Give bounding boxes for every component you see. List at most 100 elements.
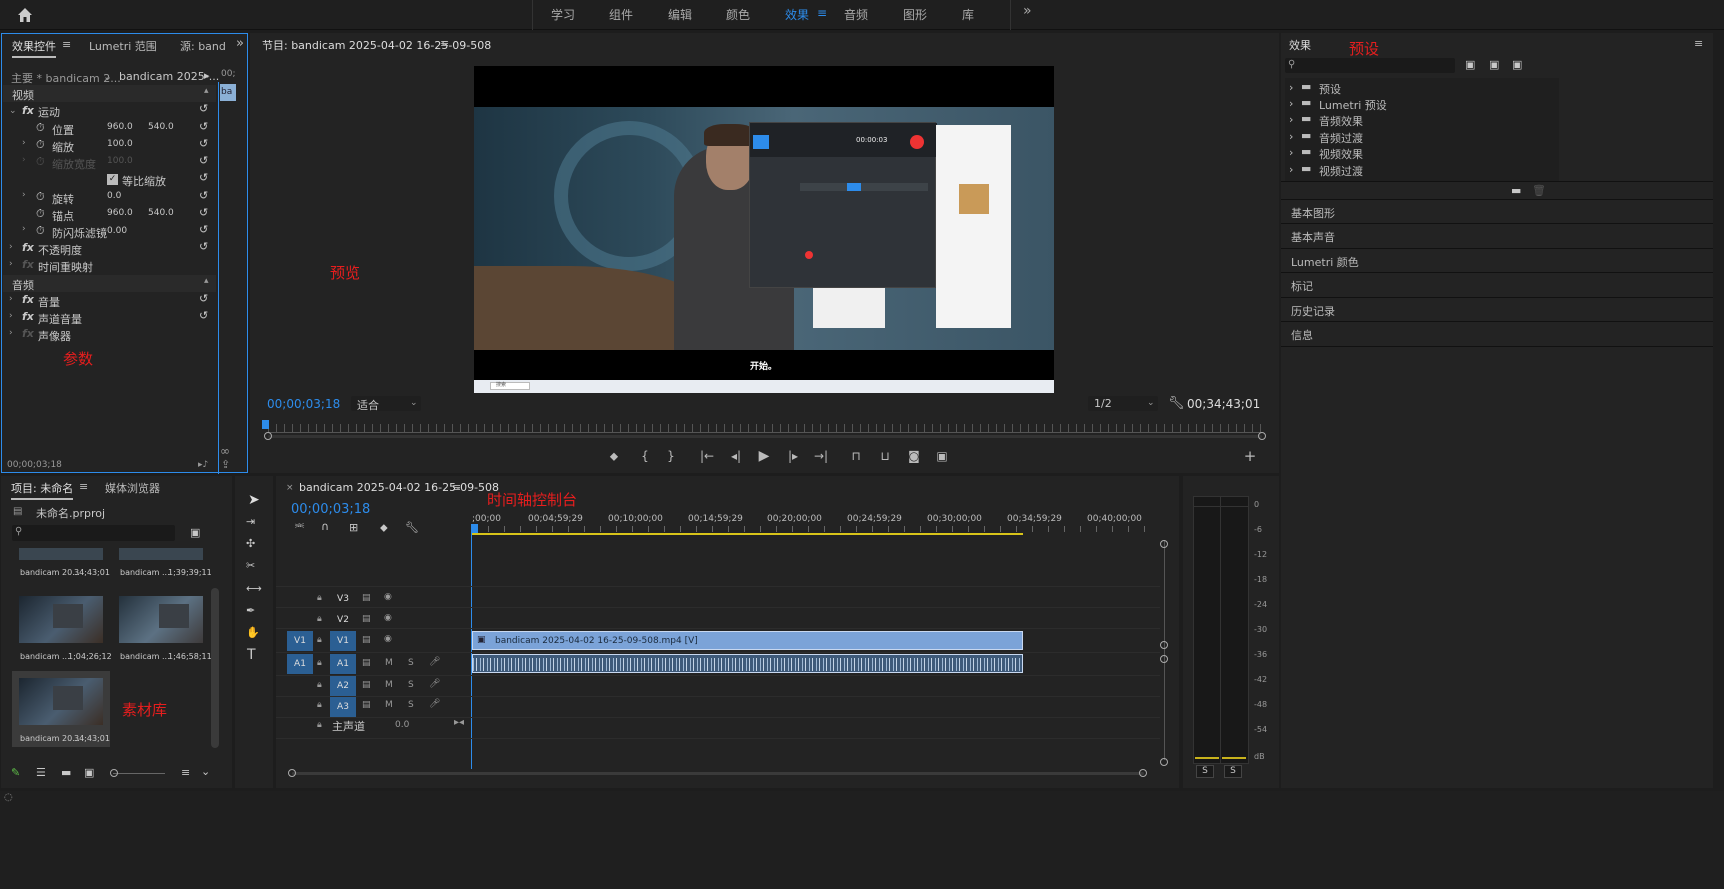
anti-flicker-value[interactable]: 0.00 (107, 226, 127, 236)
playhead-marker[interactable] (262, 420, 269, 429)
microphone-icon[interactable]: 🎤︎ (429, 699, 440, 709)
sort-icon[interactable]: ≡ (181, 766, 190, 779)
menu-icon[interactable]: ≡ (440, 37, 449, 50)
lock-icon[interactable]: 🔒︎ (317, 720, 322, 730)
mini-timeline-clip[interactable]: ba (220, 84, 236, 101)
uniform-scale-checkbox[interactable]: ✓ (107, 174, 118, 185)
mute-button[interactable]: M (385, 700, 393, 710)
program-playhead-timecode[interactable]: 00;00;03;18 (267, 397, 340, 411)
stopwatch-icon[interactable]: ⏱ (36, 121, 45, 135)
video-clip-v1[interactable]: ▣ bandicam 2025-04-02 16-25-09-508.mp4 [… (472, 631, 1023, 650)
scale-value[interactable]: 100.0 (107, 139, 133, 149)
reset-icon[interactable]: ↺ (199, 120, 208, 133)
mark-in-icon[interactable]: { (636, 447, 654, 465)
play-icon[interactable]: ▶ (755, 447, 773, 465)
lock-icon[interactable]: 🔒︎ (317, 614, 322, 624)
chevron-right-icon[interactable]: › (9, 242, 13, 252)
camera-icon[interactable]: ◙ (905, 447, 923, 465)
reset-icon[interactable]: ↺ (199, 137, 208, 150)
add-marker-icon[interactable]: ⬥ (380, 521, 388, 535)
zoom-handle-right[interactable] (1258, 432, 1266, 440)
nest-icon[interactable]: ⎃ (295, 521, 304, 535)
icon-view-icon[interactable]: ▬ (61, 766, 71, 779)
solo-button[interactable]: S (408, 658, 414, 668)
chevron-right-icon[interactable]: › (22, 224, 26, 234)
fx-icon[interactable]: fx (22, 310, 34, 323)
effects-folder-video-effects[interactable]: 视频效果 (1319, 146, 1363, 162)
microphone-icon[interactable]: 🎤︎ (429, 657, 440, 667)
pen-tool-icon[interactable]: ✒ (246, 604, 255, 617)
scroll-handle[interactable] (1160, 655, 1168, 663)
mark-out-icon[interactable]: } (662, 447, 680, 465)
effect-controls-timecode[interactable]: 00;00;03;18 (7, 460, 62, 470)
timeline-timecode[interactable]: 00;00;03;18 (291, 502, 370, 517)
zoom-handle-left[interactable] (264, 432, 272, 440)
razor-tool-icon[interactable]: ✂ (246, 559, 255, 572)
yuv-effects-icon[interactable]: ▣ (1512, 58, 1522, 71)
source-patch-a1[interactable]: A1 (287, 654, 313, 674)
position-x-value[interactable]: 960.0 (107, 122, 133, 132)
linked-selection-icon[interactable]: ⊞ (349, 521, 358, 534)
menu-icon[interactable]: ≡ (79, 480, 88, 493)
timeline-playhead[interactable] (471, 524, 478, 533)
workspace-tab-graphics[interactable]: 图形 (903, 6, 927, 23)
zoom-handle-right[interactable] (1139, 769, 1147, 777)
tab-media-browser[interactable]: 媒体浏览器 (105, 480, 160, 496)
collapse-icon[interactable]: ▴ (204, 276, 209, 286)
track-label-a1[interactable]: A1 (330, 654, 356, 674)
sync-lock-icon[interactable]: ▤ (362, 635, 371, 645)
effects-folder-audio-transitions[interactable]: 音频过渡 (1319, 130, 1363, 146)
filter-icon[interactable]: ▸♪ (198, 460, 208, 470)
lift-icon[interactable]: ⊓ (847, 447, 865, 465)
chevron-right-icon[interactable]: › (1289, 97, 1293, 110)
step-forward-icon[interactable]: |▸ (784, 447, 802, 465)
reset-icon[interactable]: ↺ (199, 223, 208, 236)
add-button-icon[interactable]: + (1241, 447, 1259, 465)
program-title[interactable]: 节目: bandicam 2025-04-02 16-25-09-508 (262, 37, 491, 53)
meter-solo-right[interactable]: S (1224, 765, 1242, 778)
reset-icon[interactable]: ↺ (199, 171, 208, 184)
rotation-value[interactable]: 0.0 (107, 191, 121, 201)
chevron-right-icon[interactable]: › (1289, 81, 1293, 94)
new-folder-icon[interactable]: ▬ (1511, 184, 1521, 197)
link-icon[interactable]: ∞ (220, 444, 230, 458)
delete-icon[interactable]: 🗑︎ (1532, 184, 1546, 197)
track-select-tool-icon[interactable]: ⇥ (246, 515, 255, 528)
reset-icon[interactable]: ↺ (199, 292, 208, 305)
sync-lock-icon[interactable]: ▤ (362, 614, 371, 624)
hand-tool-icon[interactable]: ✋ (246, 626, 260, 639)
more-panels-icon[interactable]: » (236, 36, 244, 51)
reset-icon[interactable]: ↺ (199, 206, 208, 219)
home-icon[interactable] (16, 6, 34, 24)
effects-folder-presets[interactable]: 预设 (1319, 81, 1341, 97)
workspace-tab-assembly[interactable]: 组件 (609, 6, 633, 23)
chevron-right-icon[interactable]: › (9, 311, 13, 321)
tab-project[interactable]: 项目: 未命名 (11, 480, 74, 500)
audio-clip-a1[interactable] (472, 654, 1023, 673)
eye-icon[interactable]: ◉ (384, 634, 392, 644)
lock-icon[interactable]: 🔒︎ (317, 658, 322, 668)
ripple-edit-tool-icon[interactable]: ✣ (246, 537, 255, 550)
tab-effect-controls[interactable]: 效果控件 (12, 38, 56, 58)
add-marker-icon[interactable]: ⬥ (605, 447, 623, 465)
sequence-tab[interactable]: bandicam 2025-04-02 16-25-09-508 (299, 481, 499, 494)
panel-lumetri-color[interactable]: Lumetri 颜色 (1291, 254, 1359, 270)
fx-icon[interactable]: fx (22, 293, 34, 306)
reset-icon[interactable]: ↺ (199, 309, 208, 322)
zoom-handle-left[interactable] (288, 769, 296, 777)
collapse-icon[interactable]: ▴ (204, 86, 209, 96)
thumbnail-size-slider[interactable] (113, 773, 165, 774)
project-search-input[interactable]: ⚲ (12, 525, 175, 541)
mute-button[interactable]: M (385, 658, 393, 668)
clip-thumbnail-5[interactable] (19, 678, 103, 725)
go-to-in-icon[interactable]: |← (698, 447, 716, 465)
stopwatch-icon[interactable]: ⏱ (36, 224, 45, 238)
lock-icon[interactable]: 🔒︎ (317, 593, 322, 603)
program-scrub-bar[interactable] (268, 424, 1262, 433)
sync-lock-icon[interactable]: ▤ (362, 680, 371, 690)
chevron-down-icon[interactable]: ⌄ (103, 70, 112, 83)
tab-source[interactable]: 源: band (180, 38, 226, 54)
timeline-ruler[interactable] (472, 526, 1160, 532)
timeline-zoom-bar[interactable] (292, 772, 1144, 775)
menu-icon[interactable]: ≡ (62, 38, 71, 51)
